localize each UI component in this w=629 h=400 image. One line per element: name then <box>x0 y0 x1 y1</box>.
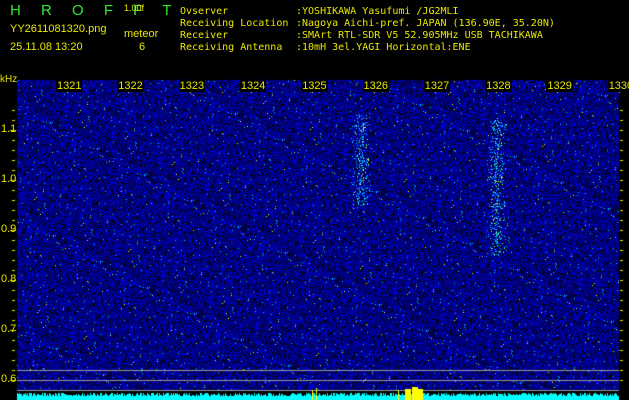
info-observer: Ovserver:YOSHIKAWA Yasufumi /JG2MLI <box>180 6 459 17</box>
x-tick-label: 1326 <box>362 80 389 92</box>
x-tick-label: 1328 <box>485 80 512 92</box>
x-tick-label: 1323 <box>178 80 206 92</box>
x-tick-label: 1324 <box>239 80 267 92</box>
x-tick-label: 1321 <box>56 80 83 92</box>
y-tick-label: 0.9 <box>1 223 17 235</box>
spectrogram-canvas <box>0 0 629 400</box>
info-antenna: Receiving Antenna:10mH 3el.YAGI Horizont… <box>180 42 471 53</box>
info-receiver: Receiver:SMArt RTL-SDR V5 52.905MHz USB … <box>180 30 543 41</box>
meteor-count: 6 <box>139 41 146 53</box>
version: 1.00f <box>124 3 145 13</box>
y-tick-label: 1.0 <box>1 173 17 185</box>
filename: YY2611081320.png <box>10 23 107 35</box>
x-tick-label: 1327 <box>423 80 451 92</box>
info-location: Receiving Location:Nagoya Aichi-pref. JA… <box>180 18 555 29</box>
y-unit-label: kHz <box>0 74 18 85</box>
x-tick-label: 1322 <box>117 80 144 92</box>
x-tick-label: 1325 <box>301 80 328 92</box>
x-tick-label: 1329 <box>546 80 573 92</box>
meteor-label: meteor <box>124 28 159 40</box>
y-tick-label: 1.1 <box>1 123 17 135</box>
app-logo: H R O F F T <box>10 2 180 19</box>
x-tick-label: 1330 <box>607 80 629 92</box>
y-tick-label: 0.7 <box>1 323 17 335</box>
datetime: 25.11.08 13:20 <box>10 41 83 53</box>
y-tick-label: 0.6 <box>1 373 17 385</box>
y-tick-label: 0.8 <box>1 273 17 285</box>
